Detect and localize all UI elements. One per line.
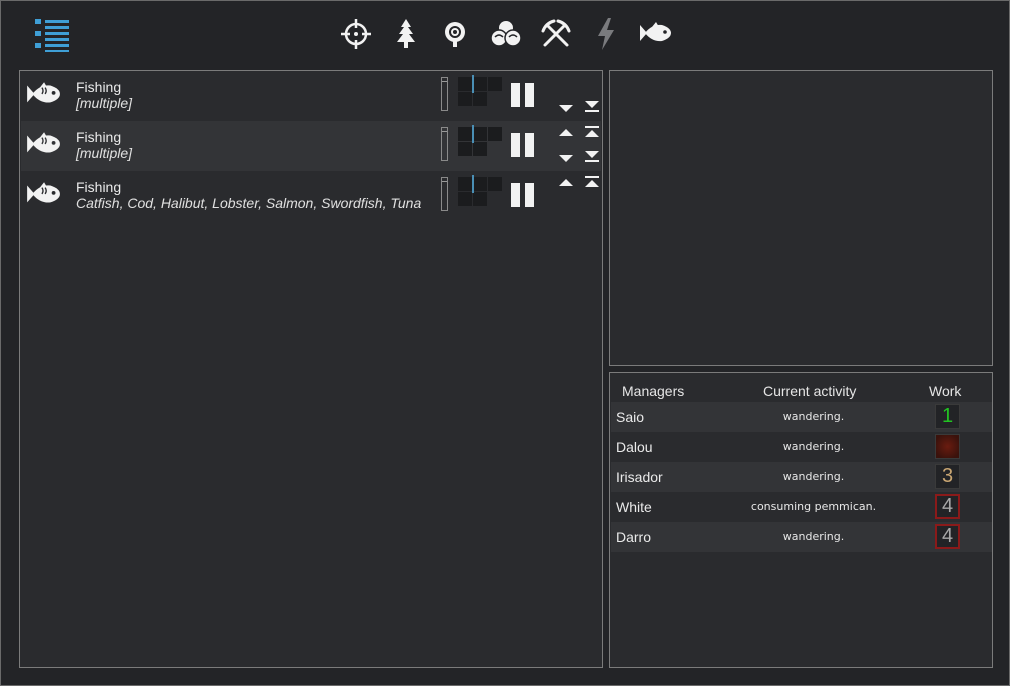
schedule-grid[interactable] <box>458 175 504 207</box>
job-row[interactable]: Fishing Catfish, Cod, Halibut, Lobster, … <box>21 171 601 221</box>
manager-activity: wandering. <box>782 470 845 483</box>
fish-icon <box>25 131 61 161</box>
work-level-button[interactable]: 4 <box>935 494 960 519</box>
work-orders-list: Fishing [multiple] Fishing [multiple] Fi… <box>19 70 603 668</box>
crossed-pickaxes-icon[interactable] <box>539 17 573 51</box>
work-column-header: Work <box>929 383 962 399</box>
move-up-button[interactable] <box>559 179 573 186</box>
manager-name: Irisador <box>616 469 663 485</box>
nuts-icon[interactable] <box>489 17 523 51</box>
move-down-button[interactable] <box>559 155 573 162</box>
manager-name: Darro <box>616 529 652 545</box>
work-level-button[interactable]: 4 <box>935 524 960 549</box>
job-row[interactable]: Fishing [multiple] <box>21 71 601 121</box>
manager-activity: wandering. <box>782 440 845 453</box>
manager-name: Saio <box>616 409 645 425</box>
job-title: Fishing <box>76 179 122 195</box>
manager-row[interactable]: Irisador wandering. 3 <box>611 462 992 492</box>
managers-panel: Managers Current activity Work Saio wand… <box>609 372 993 668</box>
move-to-bottom-button[interactable] <box>584 151 600 163</box>
crosshair-icon[interactable] <box>339 17 373 51</box>
move-to-top-button[interactable] <box>584 176 600 188</box>
manager-activity: wandering. <box>782 410 845 423</box>
priority-slider[interactable] <box>441 77 448 111</box>
job-title: Fishing <box>76 129 122 145</box>
work-orders-window: Fishing [multiple] Fishing [multiple] Fi… <box>0 0 1010 686</box>
list-menu-icon[interactable] <box>35 17 71 53</box>
job-row[interactable]: Fishing [multiple] <box>21 121 601 171</box>
priority-slider[interactable] <box>441 177 448 211</box>
fish-icon[interactable] <box>638 17 672 51</box>
lightning-icon[interactable] <box>589 17 623 51</box>
fish-icon <box>25 181 61 211</box>
manager-name: White <box>616 499 652 515</box>
priority-slider[interactable] <box>441 127 448 161</box>
job-subtitle: Catfish, Cod, Halibut, Lobster, Salmon, … <box>76 195 422 211</box>
schedule-grid[interactable] <box>458 125 504 157</box>
pause-button[interactable] <box>511 83 535 107</box>
fish-icon <box>25 81 61 111</box>
manager-activity: consuming pemmican. <box>750 500 877 513</box>
managers-column-header: Managers <box>622 383 685 399</box>
manager-row[interactable]: Dalou wandering. <box>611 432 992 462</box>
work-level-button[interactable]: 3 <box>935 464 960 489</box>
job-subtitle: [multiple] <box>76 95 133 111</box>
pause-button[interactable] <box>511 183 535 207</box>
job-title: Fishing <box>76 79 122 95</box>
activity-column-header: Current activity <box>763 383 857 399</box>
work-level-button[interactable] <box>935 434 960 459</box>
manager-row[interactable]: White consuming pemmican. 4 <box>611 492 992 522</box>
tree-icon[interactable] <box>389 17 423 51</box>
move-down-button[interactable] <box>559 105 573 112</box>
manager-row[interactable]: Saio wandering. 1 <box>611 402 992 432</box>
top-toolbar <box>1 1 1009 65</box>
move-up-button[interactable] <box>559 129 573 136</box>
move-to-top-button[interactable] <box>584 126 600 138</box>
manager-activity: wandering. <box>782 530 845 543</box>
schedule-grid[interactable] <box>458 75 504 107</box>
work-level-button[interactable]: 1 <box>935 404 960 429</box>
job-subtitle: [multiple] <box>76 145 133 161</box>
manager-name: Dalou <box>616 439 653 455</box>
managers-table-header: Managers Current activity Work <box>610 373 992 403</box>
pause-button[interactable] <box>511 133 535 157</box>
details-panel <box>609 70 993 366</box>
move-to-bottom-button[interactable] <box>584 101 600 113</box>
manager-row[interactable]: Darro wandering. 4 <box>611 522 992 552</box>
berry-bush-icon[interactable] <box>438 17 472 51</box>
